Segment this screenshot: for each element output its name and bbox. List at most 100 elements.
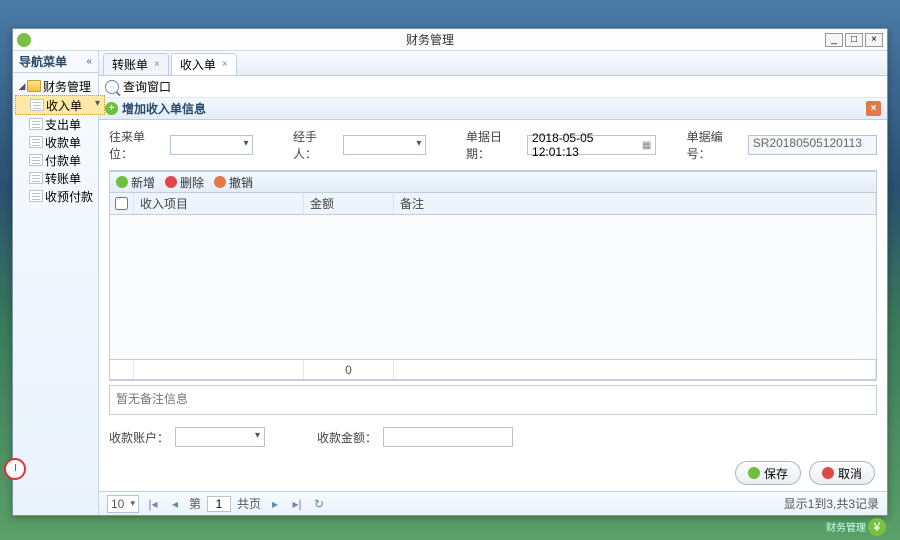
unit-label: 往来单位： bbox=[109, 128, 164, 162]
plus-icon: + bbox=[105, 102, 118, 115]
unit-select[interactable] bbox=[170, 135, 253, 155]
panel-close-button[interactable]: × bbox=[866, 101, 881, 116]
nav-sidebar: 导航菜单 « ◢ 财务管理 收入单 支出单 收款单 bbox=[13, 51, 99, 515]
tree-item-income[interactable]: 收入单 bbox=[15, 95, 105, 115]
form-row-2: 收款账户： 收款金额： bbox=[99, 419, 887, 455]
cancel-button[interactable]: 取消 bbox=[809, 461, 875, 485]
page-prefix: 第 bbox=[189, 495, 201, 512]
add-button[interactable]: 新增 bbox=[116, 174, 155, 191]
undo-button[interactable]: 撤销 bbox=[214, 174, 253, 191]
search-icon[interactable] bbox=[105, 80, 119, 94]
select-all-checkbox[interactable] bbox=[115, 197, 128, 210]
tab-close-icon[interactable]: × bbox=[222, 59, 228, 70]
panel-title: 增加收入单信息 bbox=[122, 100, 206, 117]
next-page-button[interactable]: ▸ bbox=[267, 497, 283, 511]
page-size-select[interactable]: 10▾ bbox=[107, 495, 139, 513]
last-page-button[interactable]: ▸| bbox=[289, 497, 305, 511]
status-label: 财务管理 bbox=[826, 519, 866, 534]
tab-close-icon[interactable]: × bbox=[154, 59, 160, 70]
date-input[interactable]: 2018-05-05 12:01:13 ▦ bbox=[527, 135, 656, 155]
tab-label: 收入单 bbox=[180, 56, 216, 73]
cancel-icon bbox=[822, 467, 834, 479]
clock-widget bbox=[4, 458, 26, 480]
nav-title: 导航菜单 bbox=[19, 53, 67, 70]
col-item: 收入项目 bbox=[134, 193, 304, 214]
file-icon bbox=[29, 118, 43, 130]
save-label: 保存 bbox=[764, 465, 788, 482]
delete-button[interactable]: 删除 bbox=[165, 174, 204, 191]
footer-amount: 0 bbox=[304, 360, 394, 379]
amount-label: 收款金额： bbox=[317, 429, 377, 446]
minus-icon bbox=[165, 176, 177, 188]
page-size-value: 10 bbox=[111, 497, 124, 511]
pager-info: 显示1到3,共3记录 bbox=[784, 495, 879, 512]
grid-footer: 0 bbox=[110, 360, 876, 380]
grid-body[interactable] bbox=[110, 215, 876, 360]
file-icon bbox=[29, 190, 43, 202]
collapse-icon[interactable]: « bbox=[86, 56, 92, 67]
tab-transfer[interactable]: 转账单 × bbox=[103, 53, 169, 75]
tree-item-prepay[interactable]: 收预付款 bbox=[15, 187, 96, 205]
tree-item-label: 转账单 bbox=[45, 170, 81, 187]
grid: 新增 删除 撤销 收入项目 金额 备注 0 bbox=[109, 170, 877, 381]
form-row-1: 往来单位： 经手人： 单据日期： 2018-05-05 12:01:13 ▦ 单… bbox=[99, 120, 887, 170]
file-icon bbox=[29, 172, 43, 184]
app-window: 财务管理 _ □ × 导航菜单 « ◢ 财务管理 收入单 bbox=[12, 28, 888, 516]
save-button[interactable]: 保存 bbox=[735, 461, 801, 485]
tree-item-transfer[interactable]: 转账单 bbox=[15, 169, 96, 187]
tree-item-label: 收款单 bbox=[45, 134, 81, 151]
grid-toolbar: 新增 删除 撤销 bbox=[110, 171, 876, 193]
check-icon bbox=[748, 467, 760, 479]
tree-item-payment[interactable]: 付款单 bbox=[15, 151, 96, 169]
memo-textarea[interactable] bbox=[109, 385, 877, 415]
file-icon bbox=[29, 136, 43, 148]
plus-icon bbox=[116, 176, 128, 188]
first-page-button[interactable]: |◂ bbox=[145, 497, 161, 511]
page-number-input[interactable] bbox=[207, 496, 231, 512]
amount-input[interactable] bbox=[383, 427, 513, 447]
col-amount: 金额 bbox=[304, 193, 394, 214]
tree-item-receipt[interactable]: 收款单 bbox=[15, 133, 96, 151]
tree-root[interactable]: ◢ 财务管理 bbox=[15, 77, 96, 95]
handler-label: 经手人： bbox=[293, 128, 337, 162]
maximize-button[interactable]: □ bbox=[845, 33, 863, 47]
tree-item-expense[interactable]: 支出单 bbox=[15, 115, 96, 133]
no-label: 单据编号： bbox=[687, 128, 742, 162]
prev-page-button[interactable]: ◂ bbox=[167, 497, 183, 511]
tab-label: 转账单 bbox=[112, 56, 148, 73]
app-icon bbox=[17, 33, 31, 47]
tree-item-label: 付款单 bbox=[45, 152, 81, 169]
account-select[interactable] bbox=[175, 427, 265, 447]
pager: 10▾ |◂ ◂ 第 共页 ▸ ▸| ↻ 显示1到3,共3记录 bbox=[99, 491, 887, 515]
status-icon[interactable]: ¥ bbox=[868, 518, 886, 536]
panel-header: + 增加收入单信息 × bbox=[99, 98, 887, 120]
file-icon bbox=[29, 154, 43, 166]
page-total: 共页 bbox=[237, 495, 261, 512]
delete-label: 删除 bbox=[180, 174, 204, 191]
tree-root-label: 财务管理 bbox=[43, 78, 91, 95]
minimize-button[interactable]: _ bbox=[825, 33, 843, 47]
search-label: 查询窗口 bbox=[123, 78, 171, 95]
refresh-button[interactable]: ↻ bbox=[311, 497, 327, 511]
checkbox-header[interactable] bbox=[110, 193, 134, 214]
date-label: 单据日期： bbox=[466, 128, 521, 162]
tree-item-label: 收预付款 bbox=[45, 188, 93, 205]
tree-item-label: 收入单 bbox=[46, 97, 82, 114]
cancel-label: 取消 bbox=[838, 465, 862, 482]
undo-label: 撤销 bbox=[229, 174, 253, 191]
handler-select[interactable] bbox=[343, 135, 426, 155]
tab-income[interactable]: 收入单 × bbox=[171, 53, 237, 75]
action-row: 保存 取消 bbox=[99, 455, 887, 491]
nav-tree: ◢ 财务管理 收入单 支出单 收款单 付款单 bbox=[13, 73, 98, 209]
close-button[interactable]: × bbox=[865, 33, 883, 47]
date-value: 2018-05-05 12:01:13 bbox=[532, 131, 642, 159]
search-bar: 查询窗口 bbox=[99, 76, 887, 98]
col-memo: 备注 bbox=[394, 193, 876, 214]
nav-header: 导航菜单 « bbox=[13, 51, 98, 73]
calendar-icon: ▦ bbox=[642, 140, 651, 151]
undo-icon bbox=[214, 176, 226, 188]
titlebar: 财务管理 _ □ × bbox=[13, 29, 887, 51]
folder-icon bbox=[27, 80, 41, 92]
tab-bar: 转账单 × 收入单 × bbox=[99, 51, 887, 76]
grid-header: 收入项目 金额 备注 bbox=[110, 193, 876, 215]
